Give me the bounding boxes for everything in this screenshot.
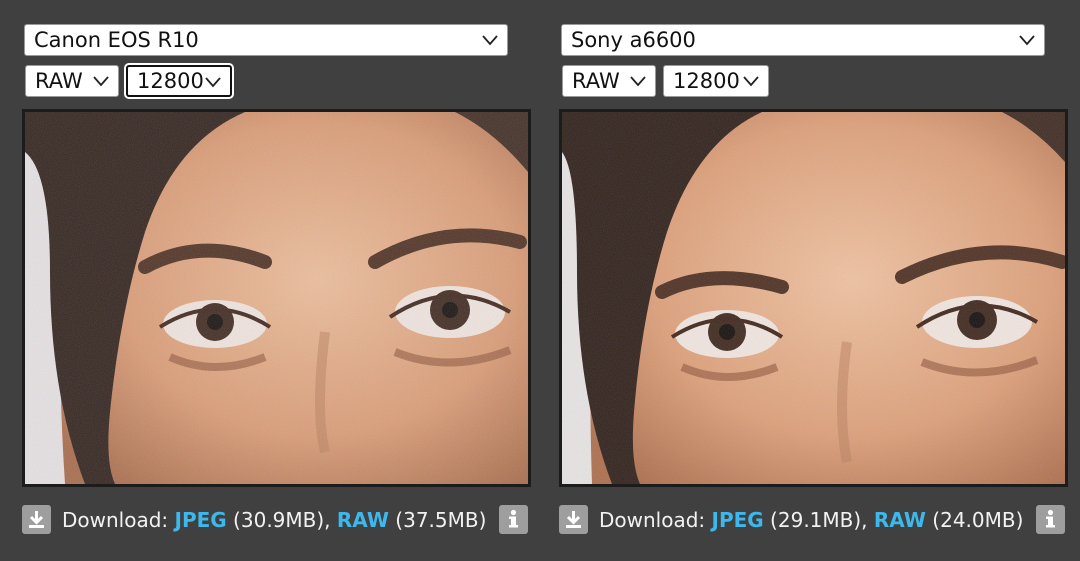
download-icon[interactable] (559, 505, 588, 534)
raw-size: (24.0MB) (925, 508, 1024, 532)
download-bar: Download: JPEG (29.1MB), RAW (24.0MB) (559, 505, 1069, 535)
download-bar: Download: JPEG (30.9MB), RAW (37.5MB) (22, 505, 532, 535)
comparison-panel-left: Canon EOS R10 RAW 12800 Download: JPEG (… (22, 0, 532, 561)
raw-size: (37.5MB) (388, 508, 487, 532)
iso-select-value: 12800 (137, 69, 204, 93)
camera-select[interactable]: Canon EOS R10 (24, 24, 508, 56)
chevron-down-icon (743, 76, 759, 87)
sample-image-right[interactable] (559, 109, 1068, 487)
chevron-down-icon (93, 76, 109, 87)
format-select-value: RAW (35, 69, 83, 93)
info-icon[interactable] (499, 505, 528, 534)
jpeg-size: (30.9MB), (226, 508, 337, 532)
camera-select[interactable]: Sony a6600 (561, 24, 1045, 56)
format-select[interactable]: RAW (562, 65, 656, 97)
portrait-crop-image (25, 112, 528, 484)
camera-select-value: Sony a6600 (571, 28, 696, 52)
iso-select[interactable]: 12800 (126, 65, 232, 97)
iso-select[interactable]: 12800 (663, 65, 769, 97)
info-icon[interactable] (1036, 505, 1065, 534)
jpeg-size: (29.1MB), (763, 508, 874, 532)
portrait-crop-image (562, 112, 1065, 484)
format-select[interactable]: RAW (25, 65, 119, 97)
sample-image-left[interactable] (22, 109, 531, 487)
download-icon[interactable] (22, 505, 51, 534)
chevron-down-icon (630, 76, 646, 87)
chevron-down-icon (205, 77, 221, 88)
comparison-panel-right: Sony a6600 RAW 12800 Download: JPEG (29.… (559, 0, 1069, 561)
download-jpeg-link[interactable]: JPEG (175, 508, 227, 532)
download-jpeg-link[interactable]: JPEG (712, 508, 764, 532)
format-select-value: RAW (572, 69, 620, 93)
chevron-down-icon (1019, 35, 1035, 46)
download-prefix: Download: (599, 508, 712, 532)
chevron-down-icon (482, 35, 498, 46)
download-raw-link[interactable]: RAW (337, 508, 389, 532)
download-text: Download: JPEG (29.1MB), RAW (24.0MB) (599, 505, 1023, 535)
download-raw-link[interactable]: RAW (874, 508, 926, 532)
download-prefix: Download: (62, 508, 175, 532)
camera-select-value: Canon EOS R10 (34, 28, 199, 52)
download-text: Download: JPEG (30.9MB), RAW (37.5MB) (62, 505, 486, 535)
iso-select-value: 12800 (673, 69, 740, 93)
